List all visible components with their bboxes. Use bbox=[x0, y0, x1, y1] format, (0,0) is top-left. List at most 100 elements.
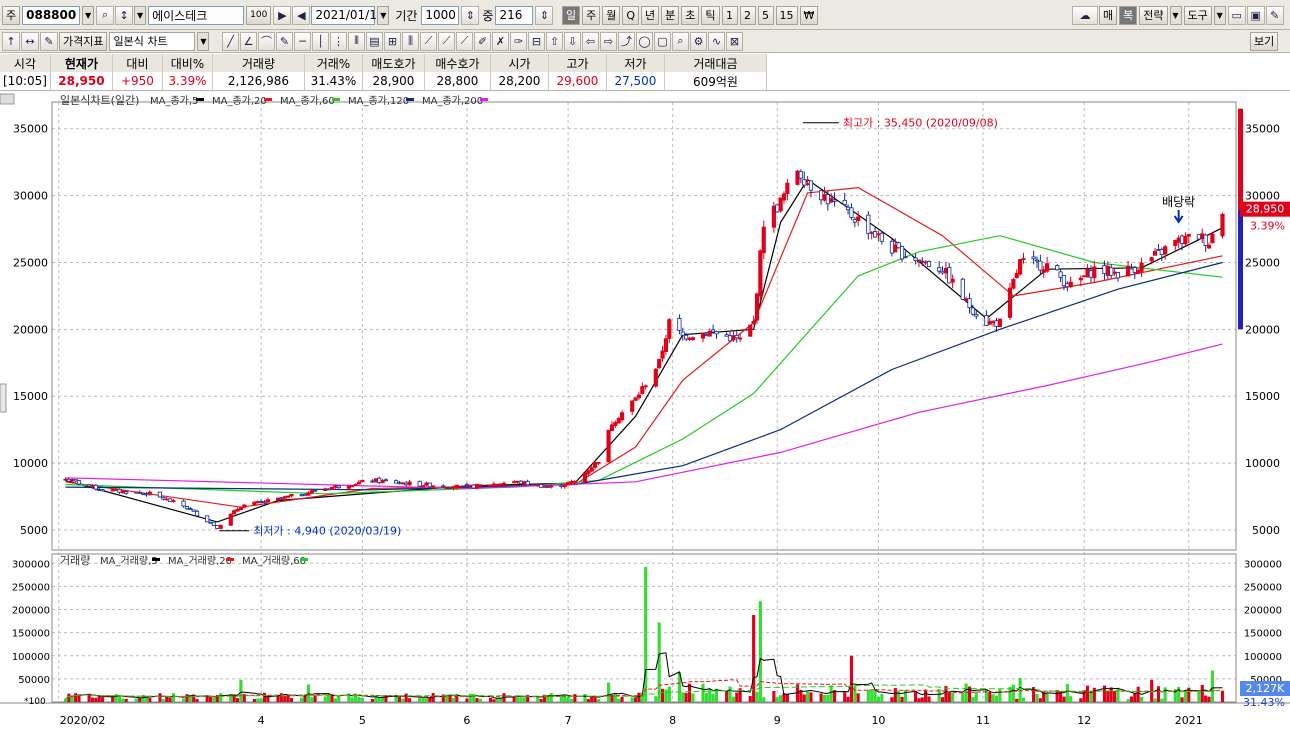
zoom-input[interactable]: 216 bbox=[495, 5, 534, 25]
chart-type-select[interactable]: 일본식 차트 bbox=[109, 31, 196, 51]
timeframe-tab-2[interactable]: 월 bbox=[602, 5, 621, 25]
timeframe-tab-3[interactable]: Q bbox=[622, 5, 640, 25]
date-dropdown[interactable]: ▼ bbox=[377, 5, 390, 25]
period-spinner-icon[interactable]: ⇕ bbox=[461, 5, 480, 25]
draw-tool-icon-13[interactable]: ⟋ bbox=[456, 31, 473, 51]
edit-icon[interactable]: ✎ bbox=[40, 31, 58, 51]
draw-tool-icon-14[interactable]: ✐ bbox=[474, 31, 491, 51]
draw-tool-icon-22[interactable]: ⤴ bbox=[618, 31, 635, 51]
strategy-button[interactable]: 전략 bbox=[1139, 5, 1168, 25]
sort-icon[interactable]: ↕ bbox=[115, 5, 134, 25]
compound-button[interactable]: 복 bbox=[1119, 5, 1138, 25]
play-forward-icon[interactable]: ▶ bbox=[273, 5, 292, 25]
x-tick-label: 12 bbox=[1077, 714, 1091, 727]
candle-body bbox=[73, 478, 78, 482]
draw-tool-icon-15[interactable]: ✗ bbox=[492, 31, 509, 51]
tools-dropdown[interactable]: ▼ bbox=[1213, 5, 1226, 25]
timeframe-tab-7[interactable]: 틱 bbox=[701, 5, 720, 25]
draw-tool-icon-2[interactable]: ⌒ bbox=[258, 31, 275, 51]
candle-body bbox=[1088, 270, 1094, 278]
chart-type-dropdown[interactable]: ▼ bbox=[197, 31, 210, 51]
candle-body bbox=[751, 320, 756, 324]
candle-body bbox=[738, 337, 743, 340]
draw-tool-icon-10[interactable]: ⫼ bbox=[402, 31, 419, 51]
draw-tool-icon-28[interactable]: ⊠ bbox=[726, 31, 743, 51]
draw-tool-icon-19[interactable]: ⇩ bbox=[564, 31, 581, 51]
folder-icon[interactable]: ▭ bbox=[1227, 5, 1246, 25]
draw-tool-icon-7[interactable]: ⦀ bbox=[348, 31, 365, 51]
draw-tool-icon-20[interactable]: ⇦ bbox=[582, 31, 599, 51]
volume-bar bbox=[286, 694, 290, 702]
timeframe-tab-8[interactable]: 1 bbox=[721, 5, 738, 25]
order-button[interactable]: 매 bbox=[1099, 5, 1118, 25]
volume-bar bbox=[1038, 698, 1042, 702]
timeframe-tab-9[interactable]: 2 bbox=[739, 5, 756, 25]
current-volume-pct-label: 31.43% bbox=[1243, 696, 1285, 709]
stock-code-input[interactable]: 088800 bbox=[22, 5, 81, 25]
draw-tool-icon-8[interactable]: ▤ bbox=[366, 31, 383, 51]
draw-tool-icon-11[interactable]: ⟋ bbox=[420, 31, 437, 51]
stock-chart[interactable]: 5000 5000 10000 10000 15000 15000 20000 20000 25… bbox=[0, 92, 1290, 729]
volume-bar bbox=[880, 694, 884, 702]
draw-tool-icon-5[interactable]: │ bbox=[312, 31, 329, 51]
volume-bar bbox=[593, 696, 597, 702]
timeframe-tab-10[interactable]: 5 bbox=[757, 5, 774, 25]
candle-body bbox=[97, 489, 102, 491]
x-tick-label: 4 bbox=[258, 714, 265, 727]
draw-tool-icon-21[interactable]: ⇨ bbox=[600, 31, 617, 51]
draw-tool-icon-16[interactable]: ✑ bbox=[510, 31, 527, 51]
timeframe-tab-12[interactable]: ₩ bbox=[799, 5, 819, 25]
draw-tool-icon-17[interactable]: ⊟ bbox=[528, 31, 545, 51]
candle-body bbox=[640, 386, 645, 395]
draw-tool-icon-1[interactable]: ∠ bbox=[240, 31, 257, 51]
candle-body bbox=[66, 478, 71, 482]
candle-body bbox=[569, 480, 574, 484]
timeframe-tab-1[interactable]: 주 bbox=[582, 5, 601, 25]
draw-tool-icon-18[interactable]: ⇧ bbox=[546, 31, 563, 51]
indicator-button[interactable]: 가격지표 bbox=[59, 31, 108, 51]
timeframe-tab-4[interactable]: 년 bbox=[641, 5, 660, 25]
save-icon[interactable]: ▣ bbox=[1246, 5, 1265, 25]
draw-tool-icon-0[interactable]: ╱ bbox=[222, 31, 239, 51]
wrench-icon[interactable]: ✎ bbox=[1265, 5, 1284, 25]
candle-body bbox=[636, 394, 642, 399]
candle-body bbox=[282, 496, 287, 499]
strategy-dropdown[interactable]: ▼ bbox=[1169, 5, 1182, 25]
zoom-spinner-icon[interactable]: ⇕ bbox=[535, 5, 554, 25]
candle-body bbox=[1196, 234, 1201, 240]
draw-tool-icon-12[interactable]: ⟋ bbox=[438, 31, 455, 51]
volume-bar bbox=[967, 686, 972, 702]
volume-bar bbox=[586, 699, 590, 702]
draw-tool-icon-6[interactable]: ⋮ bbox=[330, 31, 347, 51]
arrows-horizontal-icon[interactable]: ↔ bbox=[21, 31, 39, 51]
price-legend-label: MA_종가,5 bbox=[150, 95, 198, 107]
period-input[interactable]: 1000 bbox=[421, 5, 460, 25]
draw-tool-icon-9[interactable]: ⊞ bbox=[384, 31, 401, 51]
timeframe-tab-5[interactable]: 분 bbox=[661, 5, 680, 25]
draw-tool-icon-27[interactable]: ∿ bbox=[708, 31, 725, 51]
tools-button[interactable]: 도구 bbox=[1183, 5, 1212, 25]
arrow-up-icon[interactable]: ↑ bbox=[2, 31, 20, 51]
candle-body bbox=[805, 183, 810, 186]
candle-body bbox=[711, 329, 716, 333]
timeframe-tab-0[interactable]: 일 bbox=[562, 5, 581, 25]
draw-tool-icon-4[interactable]: ─ bbox=[294, 31, 311, 51]
view-button[interactable]: 보기 bbox=[1250, 31, 1279, 51]
volume-tick-label-left: 100000 bbox=[12, 652, 50, 663]
code-dropdown[interactable]: ▼ bbox=[82, 5, 95, 25]
draw-tool-icon-23[interactable]: ◯ bbox=[636, 31, 653, 51]
candle-body bbox=[134, 491, 139, 494]
draw-tool-icon-24[interactable]: ▢ bbox=[654, 31, 671, 51]
sort-dropdown[interactable]: ▼ bbox=[134, 5, 147, 25]
timeframe-tab-11[interactable]: 15 bbox=[775, 5, 798, 25]
date-input[interactable]: 2021/01/11 bbox=[311, 5, 384, 25]
market-selector[interactable]: 주 bbox=[2, 5, 21, 25]
draw-tool-icon-26[interactable]: ⚙ bbox=[690, 31, 707, 51]
search-icon[interactable]: ⌕ bbox=[96, 5, 115, 25]
timeframe-tab-6[interactable]: 초 bbox=[681, 5, 700, 25]
draw-tool-icon-3[interactable]: ✎ bbox=[276, 31, 293, 51]
candle-body bbox=[714, 331, 719, 335]
draw-tool-icon-25[interactable]: ⌕ bbox=[672, 31, 689, 51]
play-back-icon[interactable]: ◀ bbox=[292, 5, 311, 25]
cloud-icon[interactable]: ☁ bbox=[1072, 5, 1098, 25]
